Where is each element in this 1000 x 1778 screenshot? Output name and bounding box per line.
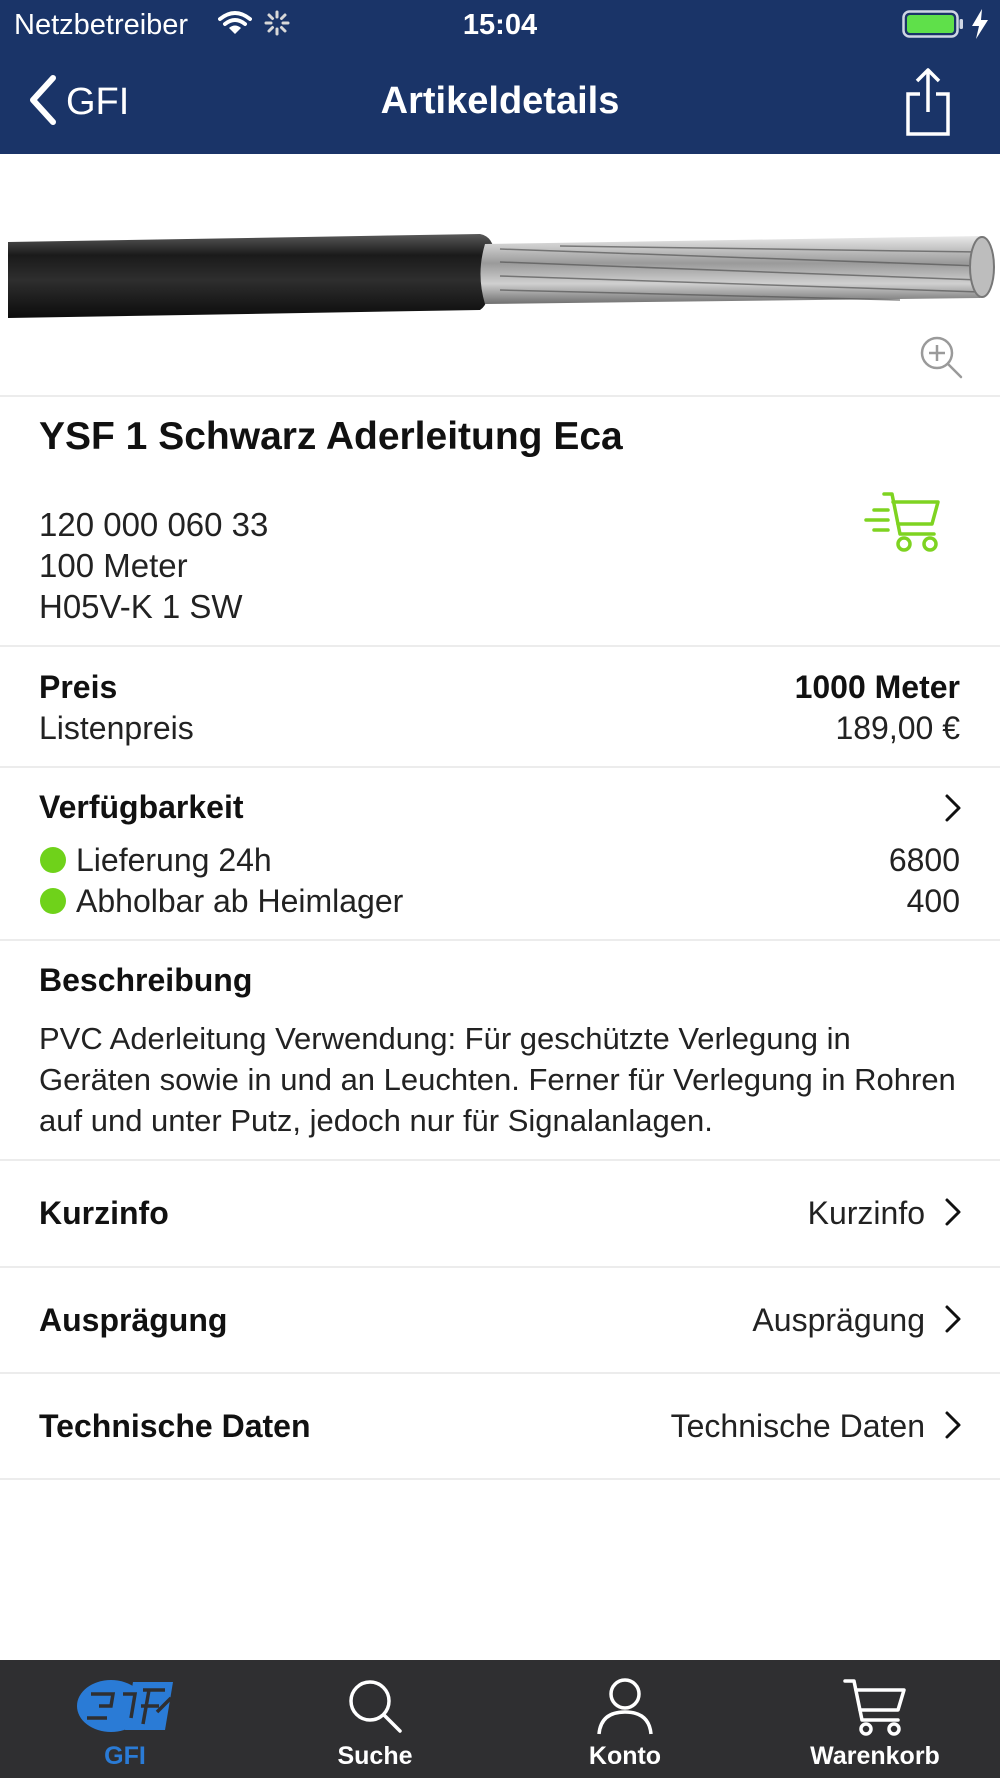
availability-status-dot	[40, 847, 66, 873]
status-bar: Netzbetreiber 15:04	[0, 0, 1000, 50]
add-to-cart-button[interactable]	[862, 490, 942, 559]
charging-bolt-icon	[970, 8, 990, 48]
gfi-logo-icon	[0, 1676, 250, 1736]
list-price-label: Listenpreis	[39, 710, 194, 746]
chevron-right-icon	[944, 1197, 962, 1232]
tab-gfi[interactable]: GFI	[0, 1660, 250, 1778]
link-row-value: Ausprägung	[752, 1302, 925, 1338]
battery-icon	[902, 10, 964, 46]
link-row-label: Technische Daten	[39, 1408, 311, 1444]
link-row-technische-daten[interactable]: Technische Daten Technische Daten	[0, 1374, 1000, 1478]
divider	[0, 939, 1000, 941]
article-number: 120 000 060 33	[39, 506, 269, 543]
divider	[0, 766, 1000, 768]
list-price-value: 189,00 €	[835, 710, 960, 746]
availability-status-dot	[40, 888, 66, 914]
clock: 15:04	[462, 9, 538, 41]
availability-label: Verfügbarkeit	[39, 789, 244, 825]
product-image[interactable]	[0, 154, 1000, 395]
price-label: Preis	[39, 669, 118, 705]
tab-bar: GFI Suche Konto Warenkorb	[0, 1660, 1000, 1778]
search-icon	[250, 1676, 500, 1736]
tab-label: GFI	[104, 1742, 146, 1770]
price-unit: 1000 Meter	[794, 669, 960, 705]
link-row-label: Ausprägung	[39, 1302, 228, 1338]
link-row-auspraegung[interactable]: Ausprägung Ausprägung	[0, 1268, 1000, 1372]
tab-label: Warenkorb	[810, 1742, 940, 1770]
availability-item-label: Abholbar ab Heimlager	[76, 883, 404, 919]
link-row-kurzinfo[interactable]: Kurzinfo Kurzinfo	[0, 1161, 1000, 1265]
chevron-right-icon[interactable]	[944, 793, 962, 828]
add-to-cart-icon	[864, 492, 940, 552]
cable-image	[8, 234, 995, 318]
chevron-right-icon	[944, 1304, 962, 1339]
availability-item-value: 400	[906, 883, 960, 919]
tab-label: Suche	[337, 1742, 413, 1770]
zoom-in-icon[interactable]	[918, 334, 964, 385]
type-code: H05V-K 1 SW	[39, 588, 243, 625]
tab-warenkorb[interactable]: Warenkorb	[750, 1660, 1000, 1778]
description-label: Beschreibung	[39, 962, 253, 998]
pack-unit: 100 Meter	[39, 547, 188, 584]
divider	[0, 645, 1000, 647]
availability-item-value: 6800	[888, 842, 960, 878]
product-title: YSF 1 Schwarz Aderleitung Eca	[39, 415, 623, 458]
tab-suche[interactable]: Suche	[250, 1660, 500, 1778]
divider	[0, 395, 1000, 397]
divider	[0, 1478, 1000, 1480]
cart-icon	[750, 1676, 1000, 1736]
nav-bar: GFI Artikeldetails	[0, 50, 1000, 154]
description-text: PVC Aderleitung Verwendung: Für geschütz…	[39, 1021, 956, 1138]
page-title: Artikeldetails	[380, 80, 620, 122]
tab-konto[interactable]: Konto	[500, 1660, 750, 1778]
user-icon	[500, 1676, 750, 1736]
chevron-right-icon	[944, 1410, 962, 1445]
link-row-value: Kurzinfo	[807, 1195, 925, 1231]
link-row-value: Technische Daten	[670, 1408, 925, 1444]
availability-item-label: Lieferung 24h	[76, 842, 272, 878]
tab-label: Konto	[588, 1742, 662, 1770]
link-row-label: Kurzinfo	[39, 1195, 169, 1231]
share-icon[interactable]	[900, 66, 956, 143]
